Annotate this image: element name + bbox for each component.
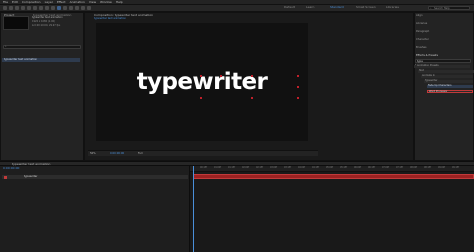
effects-search-value: type [417,59,423,63]
panel-paragraph[interactable]: Paragraph [416,30,429,34]
layer-duration-bar[interactable] [193,174,474,179]
ruler-tick-label: 06:00f [354,166,362,169]
layer-handle[interactable] [297,86,299,88]
fx-tree-item[interactable]: Typewriter [424,79,473,83]
workspace-learn[interactable]: Learn [306,6,314,9]
project-info-duration: Δ 0:00:10:00, 29.97 fps [32,24,61,27]
ruler-tick-label: 00:15f [200,166,208,169]
ruler-tick-label: 01:00f [214,166,222,169]
project-panel: Project typewriter text animation [0,12,84,161]
resolution-dropdown[interactable]: Full [138,152,142,156]
fx-tree-item[interactable]: Fade Up Characters [427,84,473,88]
search-help-field[interactable]: ⌕ Search Help [428,6,470,10]
home-icon[interactable] [3,6,7,10]
ruler-tick-label: 04:00f [298,166,306,169]
fx-tree-item-selected[interactable]: Word Processor [427,90,473,93]
ruler-tick-label: 01:15f [228,166,236,169]
search-help-label: Search Help [434,6,450,10]
ruler-tick-label: 08:00f [410,166,418,169]
timeline-timecode[interactable]: 0:00:00:00 [3,167,19,170]
layer-handle[interactable] [200,75,202,77]
zoom-tool-icon[interactable] [21,6,25,10]
fx-tree-item[interactable]: Text [418,69,474,73]
brush-tool-icon[interactable] [63,6,67,10]
effects-search-input[interactable]: type [415,59,471,63]
mask-tool-icon[interactable] [45,6,49,10]
timeline-layer-row[interactable]: typewriter [2,175,188,179]
camera-tool-icon[interactable] [33,6,37,10]
zoom-dropdown[interactable]: 50% [90,152,96,156]
ruler-tick-label: 06:15f [368,166,376,169]
clone-tool-icon[interactable] [69,6,73,10]
ruler-tick-label: 09:15f [452,166,460,169]
panel-brushes[interactable]: Brushes [416,46,426,50]
timecode-display[interactable]: 0:00:00:00 [110,152,124,156]
ruler-tick-label: 07:00f [382,166,390,169]
menu-item-help[interactable]: Help [116,0,123,4]
roto-brush-tool-icon[interactable] [81,6,85,10]
panel-libraries[interactable]: Libraries [416,22,427,26]
layer-color-label [4,175,7,179]
menu-item-edit[interactable]: Edit [12,0,18,4]
menu-item-view[interactable]: View [89,0,96,4]
ruler-tick-label: 02:15f [256,166,264,169]
layer-handle[interactable] [251,75,253,77]
project-list-item[interactable]: typewriter text animation [2,58,80,62]
ruler-tick-label: 07:15f [396,166,404,169]
ruler-tick-label: 05:00f [326,166,334,169]
project-search-input[interactable]: ⌕ [3,45,81,49]
layer-handle[interactable] [200,97,202,99]
comp-thumbnail [3,16,29,30]
ruler-tick-label: 03:00f [270,166,278,169]
workspace-standard[interactable]: Standard [330,6,344,9]
menu-item-file[interactable]: File [3,0,8,4]
menu-item-effect[interactable]: Effect [57,0,66,4]
workspace-default[interactable]: Default [284,6,295,9]
search-icon: ⌕ [430,6,432,10]
pan-behind-tool-icon[interactable] [39,6,43,10]
comp-breadcrumb[interactable]: typewriter text animation [94,17,126,21]
ruler-tick-label: 04:15f [312,166,320,169]
eraser-tool-icon[interactable] [75,6,79,10]
hand-tool-icon[interactable] [15,6,19,10]
type-tool-icon[interactable] [57,6,61,10]
typewriter-text-layer[interactable]: typewriter [96,23,308,141]
menu-item-animation[interactable]: Animation [70,0,85,4]
ruler-tick-label: 02:00f [242,166,250,169]
layer-handle[interactable] [297,75,299,77]
fx-tree-item[interactable]: Animate In [421,74,473,78]
playhead[interactable] [193,166,194,252]
menu-item-layer[interactable]: Layer [45,0,53,4]
panel-align[interactable]: Align [416,14,423,18]
time-ruler[interactable]: 00:15f 01:00f 01:15f 02:00f 02:15f 03:00f 03:1… [190,166,474,172]
panel-character[interactable]: Character [416,38,429,42]
composition-canvas[interactable]: typewriter [96,23,308,141]
ruler-tick-label: 03:15f [284,166,292,169]
selection-tool-icon[interactable] [9,6,13,10]
effects-presets-title[interactable]: Effects & Presets [416,54,438,58]
ruler-tick-label: 09:00f [438,166,446,169]
ruler-tick-label: 05:15f [340,166,348,169]
search-icon: ⌕ [5,45,7,49]
layer-handle[interactable] [220,75,222,77]
workspace-small-screen[interactable]: Small Screen [356,6,376,9]
project-item-label: typewriter text animation [4,57,38,61]
viewer-controls-bar: 50% 0:00:00:00 Full [88,150,318,156]
layer-name: typewriter [24,174,38,178]
fx-tree-item[interactable]: * Animation Presets [414,64,470,68]
ruler-tick-label: 08:15f [424,166,432,169]
workspace-libraries[interactable]: Libraries [386,6,399,9]
puppet-tool-icon[interactable] [87,6,91,10]
pen-tool-icon[interactable] [51,6,55,10]
menu-item-composition[interactable]: Composition [22,0,41,4]
layer-handle[interactable] [297,97,299,99]
layer-handle[interactable] [251,97,253,99]
rotate-tool-icon[interactable] [27,6,31,10]
app-window: File Edit Composition Layer Effect Anima… [0,0,474,252]
tools-toolbar: Default Learn Standard Small Screen Libr… [0,5,474,12]
menu-item-window[interactable]: Window [100,0,112,4]
